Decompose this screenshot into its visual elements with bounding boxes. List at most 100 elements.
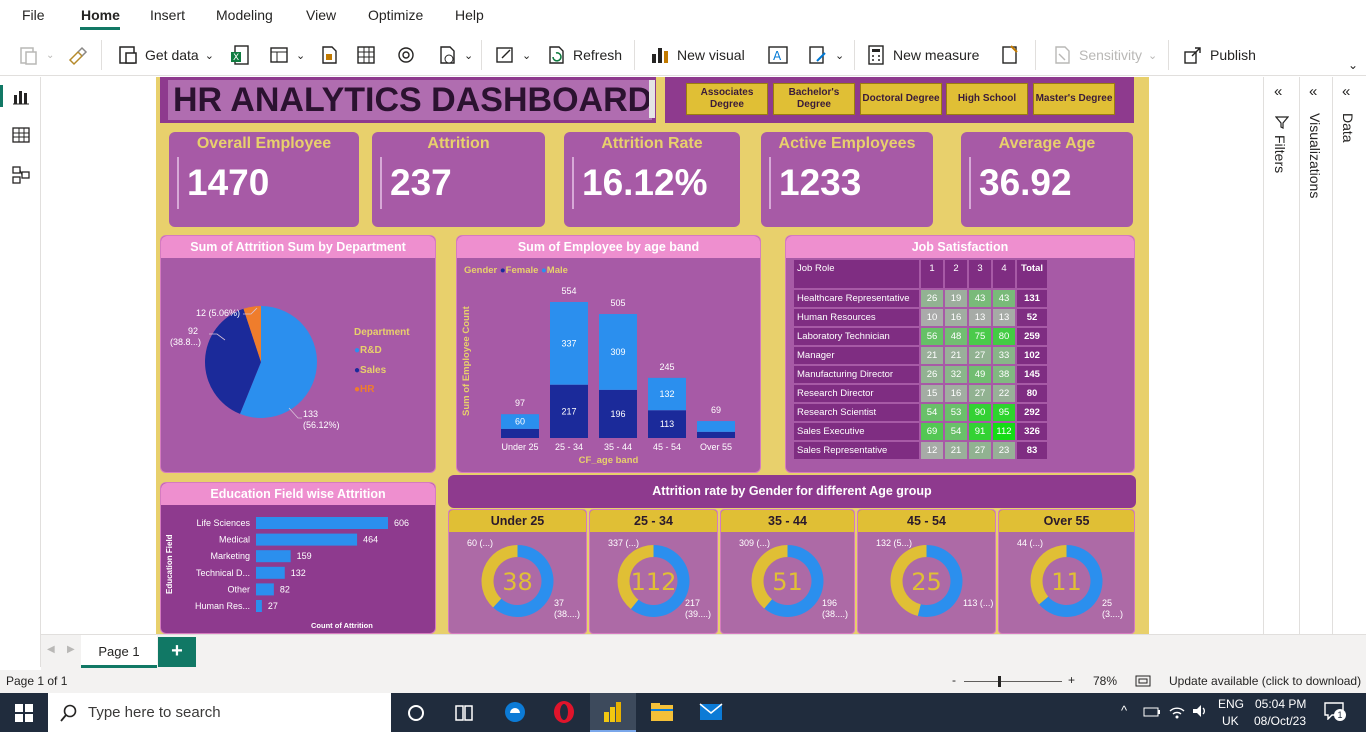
cortana-icon[interactable] xyxy=(406,703,426,723)
matrix-header-cell[interactable]: Job Role xyxy=(794,260,919,288)
windows-start-icon[interactable] xyxy=(15,704,33,722)
slicer-associates[interactable]: Associates Degree xyxy=(686,83,768,115)
matrix-header-cell[interactable]: Total xyxy=(1017,260,1047,288)
show-hidden-icons[interactable]: ^ xyxy=(1121,703,1127,718)
zoom-in-button[interactable]: + xyxy=(1068,673,1075,687)
excel-button[interactable]: X xyxy=(229,43,251,67)
update-available-link[interactable]: Update available (click to download) xyxy=(1169,674,1361,688)
donut-card[interactable]: Under 25 38 60 (...) 37 (38....) xyxy=(448,509,587,634)
format-painter-button[interactable] xyxy=(66,43,88,67)
matrix-header-cell[interactable]: 3 xyxy=(969,260,991,288)
menu-insert[interactable]: Insert xyxy=(150,7,185,23)
recent-sources-button[interactable]: ⌄ xyxy=(436,43,473,67)
menu-help[interactable]: Help xyxy=(455,7,484,23)
mail-icon[interactable] xyxy=(699,702,723,722)
expand-visualizations-icon[interactable]: « xyxy=(1309,83,1317,100)
visualizations-pane[interactable]: « Visualizations xyxy=(1299,77,1332,634)
donut-card[interactable]: Over 55 11 44 (...) 25 (3....) xyxy=(998,509,1135,634)
kpi-active-employees[interactable]: Active Employees 1233 xyxy=(761,132,933,227)
slicer-masters[interactable]: Master's Degree xyxy=(1033,83,1115,115)
report-view-icon[interactable] xyxy=(12,87,30,105)
transform-data-button[interactable]: ⌄ xyxy=(494,43,531,67)
satisfaction-cell: 69 xyxy=(921,423,943,440)
clock-time[interactable]: 05:04 PM xyxy=(1255,697,1306,711)
prev-page-icon[interactable]: ◀ xyxy=(47,644,55,655)
quick-measure-button[interactable] xyxy=(999,43,1021,67)
file-explorer-icon[interactable] xyxy=(650,701,674,723)
enter-data-button[interactable] xyxy=(355,43,377,67)
notification-center-button[interactable]: 1 xyxy=(1324,702,1346,722)
data-hub-button[interactable]: ⌄ xyxy=(268,43,305,67)
age-band-bar-visual[interactable]: Sum of Employee by age band Gender ●Fema… xyxy=(456,235,761,473)
dataverse-button[interactable] xyxy=(395,43,417,67)
battery-icon[interactable] xyxy=(1143,705,1161,719)
publish-button[interactable]: Publish xyxy=(1182,43,1256,67)
table-view-icon[interactable] xyxy=(12,126,30,144)
department-pie-visual[interactable]: Sum of Attrition Sum by Department 133 (5… xyxy=(160,235,436,473)
slicer-doctoral[interactable]: Doctoral Degree xyxy=(860,83,942,115)
menu-modeling[interactable]: Modeling xyxy=(216,7,273,23)
wifi-icon[interactable] xyxy=(1168,703,1186,719)
matrix-header-cell[interactable]: 4 xyxy=(993,260,1015,288)
bar-female-label: 217 xyxy=(561,406,576,416)
satisfaction-cell: 80 xyxy=(993,328,1015,345)
text-box-button[interactable]: A xyxy=(767,43,789,67)
kpi-attrition[interactable]: Attrition 237 xyxy=(372,132,545,227)
menu-optimize[interactable]: Optimize xyxy=(368,7,423,23)
total-cell: 259 xyxy=(1017,328,1047,345)
menu-view[interactable]: View xyxy=(306,7,336,23)
legend-item-rd: ●R&D xyxy=(354,345,382,356)
page-tab-page-1[interactable]: Page 1 xyxy=(81,635,157,668)
job-satisfaction-visual[interactable]: Job Satisfaction Job Role 1 2 3 4 Total Health… xyxy=(785,235,1135,473)
add-page-button[interactable]: + xyxy=(158,637,196,667)
menu-home[interactable]: Home xyxy=(81,7,120,23)
opera-icon[interactable] xyxy=(552,700,576,724)
zoom-slider-thumb[interactable] xyxy=(998,676,1001,687)
donut-card[interactable]: 25 - 34 112 337 (...) 217 (39....) xyxy=(589,509,718,634)
expand-filters-icon[interactable]: « xyxy=(1274,83,1282,100)
recent-sources-icon xyxy=(440,46,455,64)
sensitivity-button[interactable]: Sensitivity ⌄ xyxy=(1051,43,1157,67)
collapse-ribbon-icon[interactable]: ⌄ xyxy=(1348,58,1358,72)
kpi-attrition-rate[interactable]: Attrition Rate 16.12% xyxy=(564,132,740,227)
kpi-overall-employee[interactable]: Overall Employee 1470 xyxy=(169,132,359,227)
pie-label-rd-pct: (56.12%) xyxy=(303,420,340,430)
zoom-out-button[interactable]: - xyxy=(952,673,956,687)
menu-file[interactable]: File xyxy=(22,7,45,23)
data-pane[interactable]: « Data xyxy=(1332,77,1366,634)
paste-button[interactable]: ⌄ xyxy=(18,43,54,67)
matrix-header-cell[interactable]: 2 xyxy=(945,260,967,288)
powerbi-taskbar-button[interactable] xyxy=(590,693,636,732)
donut-card[interactable]: 45 - 54 25 132 (5...) 113 (...) xyxy=(857,509,996,634)
task-view-icon[interactable] xyxy=(454,703,474,723)
donut-female-pct: (38....) xyxy=(554,609,580,619)
donut-card[interactable]: 35 - 44 51 309 (...) 196 (38....) xyxy=(720,509,855,634)
refresh-button[interactable]: Refresh xyxy=(545,43,622,67)
model-view-icon[interactable] xyxy=(12,166,30,184)
new-visual-button[interactable]: New visual xyxy=(649,43,745,67)
zoom-slider[interactable] xyxy=(964,681,1062,682)
clock-date[interactable]: 08/Oct/23 xyxy=(1254,714,1306,728)
kpi-title: Average Age xyxy=(998,135,1096,152)
filters-pane[interactable]: « Filters xyxy=(1263,77,1299,634)
next-page-icon[interactable]: ▶ xyxy=(67,644,75,655)
language-line-1[interactable]: ENG xyxy=(1218,697,1244,711)
slicer-bachelors[interactable]: Bachelor's Degree xyxy=(773,83,855,115)
expand-data-icon[interactable]: « xyxy=(1342,83,1350,100)
kpi-average-age[interactable]: Average Age 36.92 xyxy=(961,132,1133,227)
kpi-value: 1470 xyxy=(187,162,270,203)
volume-icon[interactable] xyxy=(1191,703,1209,719)
sql-server-button[interactable] xyxy=(318,43,340,67)
satisfaction-cell: 49 xyxy=(969,366,991,383)
new-measure-button[interactable]: New measure xyxy=(865,43,979,67)
fit-to-page-icon[interactable] xyxy=(1135,674,1151,688)
more-visuals-button[interactable]: ⌄ xyxy=(807,43,844,67)
matrix-header-cell[interactable]: 1 xyxy=(921,260,943,288)
edge-icon[interactable] xyxy=(503,700,527,724)
education-field-visual[interactable]: Education Field wise Attrition Education… xyxy=(160,482,436,634)
get-data-button[interactable]: Get data ⌄ xyxy=(117,43,214,67)
taskbar-search-box[interactable]: Type here to search xyxy=(48,693,391,732)
kpi-accent-bar xyxy=(572,157,574,209)
language-line-2[interactable]: UK xyxy=(1222,714,1239,728)
slicer-high-school[interactable]: High School xyxy=(946,83,1028,115)
